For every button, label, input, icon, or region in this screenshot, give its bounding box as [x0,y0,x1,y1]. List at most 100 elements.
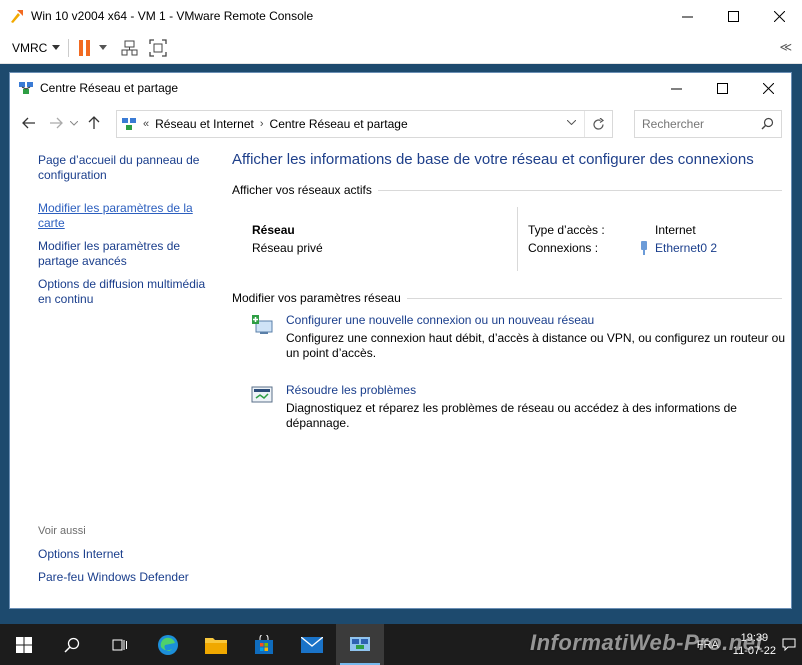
fullscreen-icon [149,38,167,57]
new-connection-link[interactable]: Configurer une nouvelle connexion ou un … [286,313,594,327]
control-panel-taskbar-button[interactable] [336,624,384,665]
divider [377,189,782,191]
section-title: Modifier vos paramètres réseau [232,291,401,305]
internet-options-link[interactable]: Options Internet [38,547,208,562]
address-history-button[interactable] [566,117,577,128]
vmware-app-icon [11,10,23,23]
control-panel-home-link[interactable]: Page d’accueil du panneau de configurati… [38,153,208,183]
connection-link[interactable]: Ethernet0 2 [639,241,717,255]
search-input[interactable] [642,117,754,131]
arrow-right-icon [50,117,63,129]
media-streaming-options-link[interactable]: Options de diffusion multimédia en conti… [38,277,208,307]
network-center-icon [19,82,33,94]
edge-icon [158,634,178,655]
divider [517,207,518,271]
network-profile: Réseau privé [252,241,323,255]
send-ctrl-alt-del-button[interactable] [121,39,139,57]
task-description: Diagnostiquez et réparez les problèmes d… [286,401,737,430]
new-connection-icon [252,315,273,334]
store-icon [255,634,273,654]
pause-bar [86,39,91,56]
change-advanced-sharing-link[interactable]: Modifier les paramètres de partage avanc… [38,239,208,269]
access-type-label: Type d’accès : [528,223,605,237]
breadcrumb-overflow[interactable]: « [143,118,149,130]
forward-button[interactable] [44,111,68,135]
vmrc-menu-button[interactable]: VMRC [12,41,61,55]
task-description: Configurez une connexion haut débit, d’a… [286,331,785,360]
search-box[interactable] [634,110,782,138]
search-button[interactable] [48,624,96,665]
breadcrumb-item[interactable]: Centre Réseau et partage [270,117,408,131]
file-explorer-taskbar-button[interactable] [192,624,240,665]
network-center-icon [122,118,136,130]
toolbar-divider [68,38,70,57]
connections-label: Connexions : [528,241,599,255]
start-button[interactable] [0,624,48,665]
maximize-button[interactable] [699,73,745,103]
minimize-button[interactable] [664,0,710,32]
ethernet-icon [641,241,647,255]
change-adapter-settings-link[interactable]: Modifier les paramètres de la carte [38,201,208,231]
minimize-icon [681,16,693,17]
pause-button[interactable] [79,39,91,56]
up-button[interactable] [82,111,106,135]
search-icon [761,117,774,130]
address-bar[interactable]: « Réseau et Internet › Centre Réseau et … [116,110,613,138]
cp-window-controls [653,73,791,103]
task-view-icon [112,639,127,650]
task-view-button[interactable] [96,624,144,665]
windows-firewall-link[interactable]: Pare-feu Windows Defender [38,570,208,585]
refresh-icon [593,117,605,130]
connection-name[interactable]: Ethernet0 2 [655,241,717,255]
vmrc-window-title: Win 10 v2004 x64 - VM 1 - VMware Remote … [31,9,314,23]
maximize-icon [727,10,739,22]
vmrc-window-controls [664,0,802,32]
network-name: Réseau [252,223,295,237]
chevron-right-icon[interactable]: › [260,118,264,130]
close-icon [762,82,774,94]
troubleshoot-icon [251,386,273,403]
active-networks-header: Afficher vos réseaux actifs [232,183,782,197]
recent-pages-button[interactable] [68,111,80,135]
folder-icon [205,637,227,654]
back-button[interactable] [17,111,41,135]
troubleshoot-link[interactable]: Résoudre les problèmes [286,383,416,397]
close-button[interactable] [756,0,802,32]
arrow-up-icon [88,116,100,129]
chevron-down-icon [566,119,577,126]
window-title: Centre Réseau et partage [40,81,179,95]
breadcrumb-item[interactable]: Réseau et Internet [155,117,254,131]
notification-icon[interactable] [782,638,796,651]
chevron-down-icon [70,120,78,126]
maximize-icon [716,82,728,94]
mail-icon [301,636,323,653]
minimize-icon [670,88,682,89]
search-icon [64,637,80,653]
chevron-down-icon [52,45,61,50]
arrow-left-icon [22,117,35,129]
fullscreen-button[interactable] [149,38,167,57]
network-devices-icon [121,40,138,55]
see-also-label: Voir aussi [38,525,86,537]
navigation-bar: « Réseau et Internet › Centre Réseau et … [10,103,791,143]
collapse-toolbar-button[interactable]: ≪ [779,40,792,54]
access-type-value: Internet [655,223,696,237]
pause-bar [79,39,84,56]
left-pane: Page d’accueil du panneau de configurati… [10,143,210,609]
vmrc-toolbar: VMRC ≪ [0,32,802,64]
store-taskbar-button[interactable] [240,624,288,665]
cp-titlebar: Centre Réseau et partage [10,73,791,103]
close-icon [773,10,785,22]
close-button[interactable] [745,73,791,103]
pause-dropdown-icon[interactable] [99,45,108,50]
edge-taskbar-button[interactable] [144,624,192,665]
mail-taskbar-button[interactable] [288,624,336,665]
refresh-button[interactable] [584,111,612,137]
network-center-window: Centre Réseau et partage « Réseau et Int… [9,72,792,609]
vmrc-titlebar: Win 10 v2004 x64 - VM 1 - VMware Remote … [0,0,802,32]
section-title: Afficher vos réseaux actifs [232,183,372,197]
minimize-button[interactable] [653,73,699,103]
maximize-button[interactable] [710,0,756,32]
vm-screen[interactable]: Centre Réseau et partage « Réseau et Int… [0,64,802,665]
watermark: InformatiWeb-Pro.net [530,630,764,655]
